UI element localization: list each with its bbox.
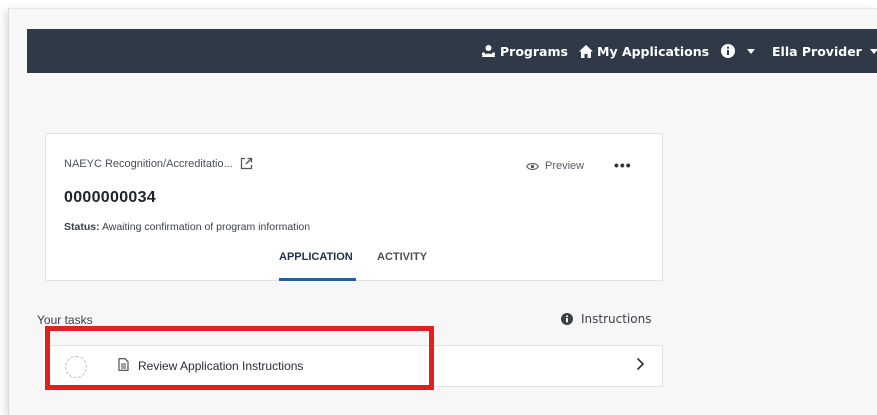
info-icon [721, 44, 735, 58]
programs-icon [481, 44, 496, 58]
instructions-link[interactable]: Instructions [561, 312, 651, 326]
chevron-right-icon[interactable] [636, 357, 645, 371]
nav-my-applications-label: My Applications [597, 43, 710, 59]
program-title: NAEYC Recognition/Accreditatio... [64, 157, 233, 170]
external-link-icon[interactable] [240, 157, 253, 170]
highlight-box [45, 326, 434, 390]
preview-label: Preview [545, 160, 585, 172]
top-navbar: Programs My Applications Ella Provider [27, 29, 877, 73]
active-tab-indicator [279, 278, 356, 281]
tasks-heading: Your tasks [37, 313, 93, 327]
application-card: NAEYC Recognition/Accreditatio... Previe… [45, 133, 663, 281]
program-title-link[interactable]: NAEYC Recognition/Accreditatio... [64, 157, 253, 170]
tab-application[interactable]: APPLICATION [279, 251, 353, 263]
status-label: Status: [64, 221, 100, 233]
nav-user-menu[interactable]: Ella Provider [772, 29, 877, 73]
application-id: 0000000034 [64, 189, 156, 206]
nav-my-applications[interactable]: My Applications [579, 29, 709, 73]
nav-programs[interactable]: Programs [481, 29, 568, 73]
tab-activity[interactable]: ACTIVITY [377, 251, 427, 263]
preview-button[interactable]: Preview [526, 160, 584, 172]
status-line: Status: Awaiting confirmation of program… [64, 221, 310, 233]
eye-icon [526, 162, 539, 171]
chevron-down-icon [869, 48, 877, 54]
info-icon [561, 313, 573, 325]
status-value: Awaiting confirmation of program informa… [101, 221, 311, 233]
nav-programs-label: Programs [500, 43, 568, 59]
home-icon [579, 44, 593, 58]
instructions-label: Instructions [581, 312, 652, 326]
user-name: Ella Provider [772, 43, 862, 59]
chevron-down-icon [747, 48, 755, 54]
nav-info-menu[interactable] [721, 29, 755, 73]
more-options-button[interactable]: ••• [614, 157, 632, 173]
